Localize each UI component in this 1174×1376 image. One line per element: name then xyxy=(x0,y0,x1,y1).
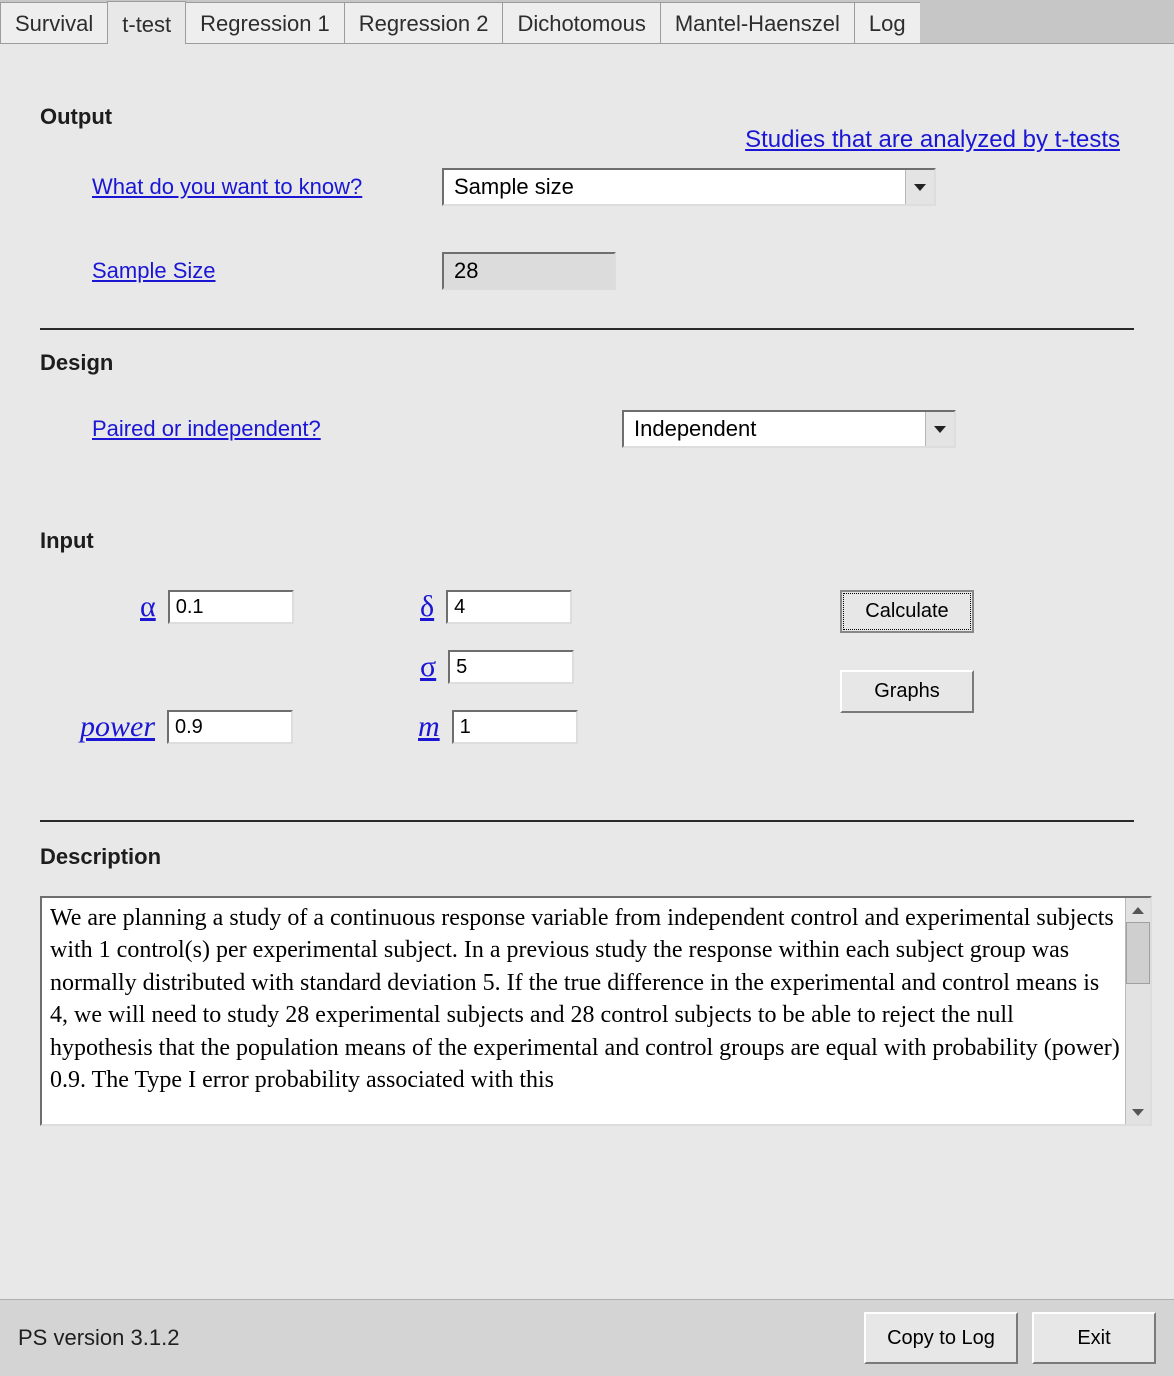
power-input[interactable]: 0.9 xyxy=(167,710,293,744)
separator-2 xyxy=(40,820,1134,822)
tab-filler xyxy=(920,0,1174,44)
tab-strip: Survival t-test Regression 1 Regression … xyxy=(0,0,1174,44)
dropdown-icon xyxy=(925,412,954,446)
alpha-input[interactable]: 0.1 xyxy=(168,590,294,624)
sample-size-link[interactable]: Sample Size xyxy=(92,258,442,284)
separator-1 xyxy=(40,328,1134,330)
sigma-input[interactable]: 5 xyxy=(448,650,574,684)
tab-log[interactable]: Log xyxy=(854,2,921,44)
paired-link[interactable]: Paired or independent? xyxy=(92,416,622,442)
what-to-know-select[interactable]: Sample size xyxy=(442,168,936,206)
design-section-title: Design xyxy=(40,350,1134,376)
tab-mantel-haenszel[interactable]: Mantel-Haenszel xyxy=(660,2,855,44)
tab-dichotomous[interactable]: Dichotomous xyxy=(502,2,660,44)
bottom-buttons: Copy to Log Exit xyxy=(864,1312,1156,1364)
dropdown-icon xyxy=(905,170,934,204)
scroll-down-icon[interactable] xyxy=(1126,1100,1150,1124)
what-to-know-value: Sample size xyxy=(444,174,905,200)
tab-t-test[interactable]: t-test xyxy=(107,1,186,44)
delta-input[interactable]: 4 xyxy=(446,590,572,624)
bottom-bar: PS version 3.1.2 Copy to Log Exit xyxy=(0,1299,1174,1376)
paired-value: Independent xyxy=(624,416,925,442)
tab-survival[interactable]: Survival xyxy=(0,2,108,44)
m-label-link[interactable]: m xyxy=(418,710,440,744)
content-area: Studies that are analyzed by t-tests Out… xyxy=(0,104,1174,1334)
scroll-thumb[interactable] xyxy=(1126,922,1150,984)
description-text: We are planning a study of a continuous … xyxy=(50,905,1120,1093)
delta-label-link[interactable]: δ xyxy=(420,590,434,624)
studies-link[interactable]: Studies that are analyzed by t-tests xyxy=(745,126,1120,154)
exit-button[interactable]: Exit xyxy=(1032,1312,1156,1364)
description-section-title: Description xyxy=(40,844,1134,870)
app-window: Survival t-test Regression 1 Regression … xyxy=(0,0,1174,1376)
description-textarea[interactable]: We are planning a study of a continuous … xyxy=(40,896,1152,1126)
input-grid: α 0.1 δ 4 σ 5 power 0.9 m 1 Calculate xyxy=(40,580,1134,780)
sample-size-output: 28 xyxy=(442,252,616,290)
scrollbar[interactable] xyxy=(1125,898,1150,1124)
sigma-label-link[interactable]: σ xyxy=(420,650,436,684)
design-row-paired: Paired or independent? Independent xyxy=(40,410,1134,448)
output-row-sample-size: Sample Size 28 xyxy=(40,252,1134,290)
graphs-button[interactable]: Graphs xyxy=(840,670,974,713)
m-input[interactable]: 1 xyxy=(452,710,578,744)
alpha-label-link[interactable]: α xyxy=(140,590,156,624)
power-label-link[interactable]: power xyxy=(80,710,155,744)
scroll-up-icon[interactable] xyxy=(1126,898,1150,922)
description-area: We are planning a study of a continuous … xyxy=(40,896,1134,1126)
calculate-button[interactable]: Calculate xyxy=(840,590,974,633)
version-label: PS version 3.1.2 xyxy=(18,1325,179,1351)
paired-select[interactable]: Independent xyxy=(622,410,956,448)
scroll-track[interactable] xyxy=(1126,922,1150,1100)
input-section-title: Input xyxy=(40,528,1134,554)
what-to-know-link[interactable]: What do you want to know? xyxy=(92,174,442,200)
tab-regression-1[interactable]: Regression 1 xyxy=(185,2,345,44)
output-row-want: What do you want to know? Sample size xyxy=(40,168,1134,206)
tab-regression-2[interactable]: Regression 2 xyxy=(344,2,504,44)
copy-to-log-button[interactable]: Copy to Log xyxy=(864,1312,1018,1364)
